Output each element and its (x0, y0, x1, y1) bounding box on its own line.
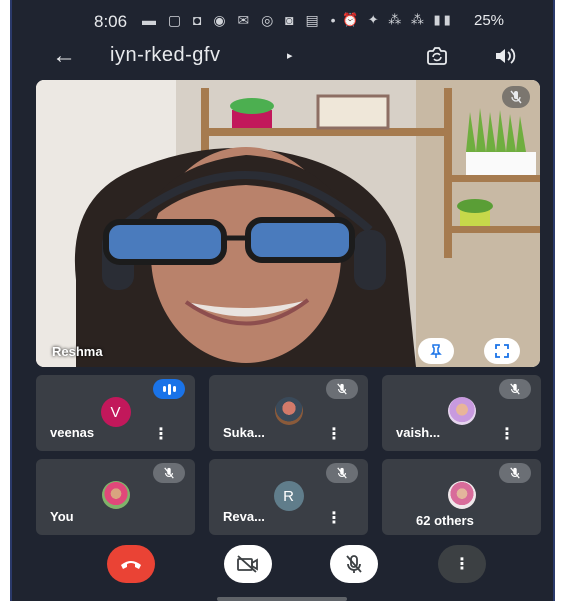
pin-button[interactable] (418, 338, 454, 364)
speaking-indicator-icon (153, 379, 185, 399)
participant-name: veenas (50, 425, 95, 440)
avatar (101, 481, 130, 509)
hang-up-icon (121, 561, 141, 569)
mic-off-icon (499, 379, 531, 399)
pin-icon (430, 344, 442, 358)
mic-off-icon (326, 379, 358, 399)
back-arrow-icon[interactable]: ← (52, 42, 76, 70)
participant-name: Reva... (223, 509, 265, 524)
others-tile[interactable]: 62 others (382, 459, 541, 535)
main-mic-off-icon (502, 86, 530, 108)
expand-details-icon[interactable]: ▸ (287, 49, 293, 62)
microphone-toggle-button[interactable] (330, 545, 378, 583)
avatar: R (273, 481, 304, 511)
meet-screen: 8:06 ▬ ▢ ◘ ◉ ✉ ◎ ◙ ▤ • ⏰ ✦ ⁂ ⁂ ▮▮ 25% ← … (10, 0, 555, 601)
battery-level: 25% (474, 12, 505, 29)
mic-off-icon (326, 463, 358, 483)
switch-camera-icon[interactable] (424, 45, 450, 67)
notification-icons: ▬ ▢ ◘ ◉ ✉ ◎ ◙ ▤ • (142, 12, 340, 28)
participant-tile[interactable]: vaish... ⋮ (382, 375, 541, 451)
system-status-icons: ⏰ ✦ ⁂ ⁂ ▮▮ (342, 12, 454, 27)
participant-menu-icon[interactable]: ⋮ (326, 424, 342, 444)
participant-tile[interactable]: R Reva... ⋮ (209, 459, 368, 535)
participant-name: You (50, 509, 74, 524)
avatar: V (100, 397, 131, 427)
more-vert-icon: ⋮ (454, 556, 470, 573)
meeting-header: ← iyn-rked-gfv ▸ (12, 40, 553, 76)
camera-toggle-button[interactable] (224, 545, 272, 583)
main-participant-name: Reshma (52, 344, 103, 359)
status-time: 8:06 (94, 12, 128, 31)
participant-name: Suka... (223, 425, 265, 440)
avatar (447, 397, 476, 425)
participant-menu-icon[interactable]: ⋮ (326, 508, 342, 528)
mic-off-icon (346, 555, 362, 573)
home-indicator[interactable] (217, 597, 347, 601)
participant-tile[interactable]: V veenas ⋮ (36, 375, 195, 451)
others-count-label: 62 others (412, 512, 478, 529)
participant-tile[interactable]: Suka... ⋮ (209, 375, 368, 451)
main-participant-video[interactable]: Reshma (36, 80, 540, 367)
meeting-code[interactable]: iyn-rked-gfv (110, 44, 220, 67)
mic-off-icon (153, 463, 185, 483)
fullscreen-icon (495, 344, 509, 358)
video-frame-image (36, 80, 540, 367)
avatar (447, 481, 476, 509)
avatar (274, 397, 303, 425)
more-options-button[interactable]: ⋮ (438, 545, 486, 583)
end-call-button[interactable] (107, 545, 155, 583)
participant-menu-icon[interactable]: ⋮ (499, 424, 515, 444)
speaker-icon[interactable] (492, 45, 518, 67)
participant-menu-icon[interactable]: ⋮ (153, 424, 169, 444)
call-controls: ⋮ (12, 542, 553, 592)
participant-name: vaish... (396, 425, 441, 440)
status-bar: 8:06 ▬ ▢ ◘ ◉ ✉ ◎ ◙ ▤ • ⏰ ✦ ⁂ ⁂ ▮▮ 25% (12, 0, 553, 40)
participant-tile[interactable]: You (36, 459, 195, 535)
camera-off-icon (237, 555, 258, 573)
fullscreen-button[interactable] (484, 338, 520, 364)
mic-off-icon (499, 463, 531, 483)
